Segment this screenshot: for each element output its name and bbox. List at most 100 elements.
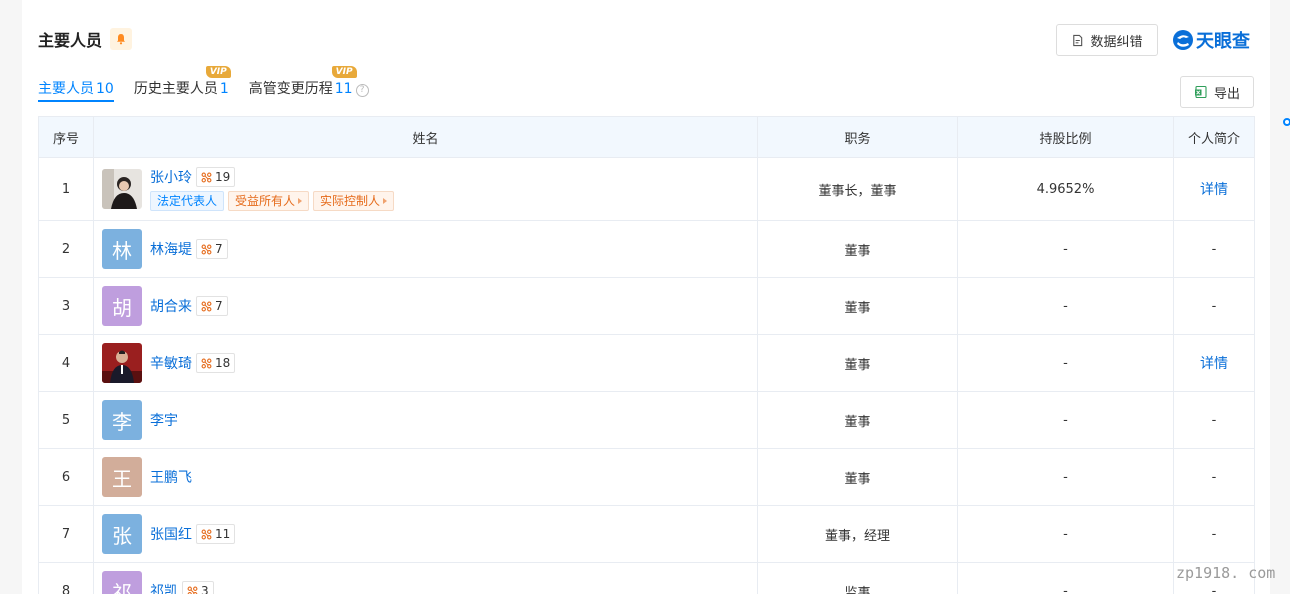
share-cell: - [957,277,1174,335]
profile-cell: - [1173,220,1255,278]
person-name-link[interactable]: 林海堤 [150,239,192,259]
name-cell: 祁祁凯 3 [93,562,758,594]
data-correction-button[interactable]: 数据纠错 [1056,24,1158,56]
relation-graph-icon [201,172,212,182]
relation-graph-icon [201,301,212,311]
table-header-row: 序号 姓名 职务 持股比例 个人简介 [38,116,1255,158]
position-cell: 董事 [757,334,958,392]
row-index: 3 [38,277,94,335]
profile-detail-link: - [1211,412,1217,428]
person-name-link[interactable]: 王鹏飞 [150,467,192,487]
table-row: 6 王王鹏飞 董事 - - [38,448,1255,506]
avatar[interactable] [102,343,142,383]
name-cell: 张小玲 19 法定代表人 受益所有人 实际控制人 [93,157,758,221]
tab-label: 历史主要人员 [133,81,218,97]
profile-cell: - [1173,448,1255,506]
name-cell: 李李宇 [93,391,758,449]
role-tags: 法定代表人 受益所有人 实际控制人 [150,191,398,211]
export-button[interactable]: 导出 [1180,76,1254,108]
relation-count: 7 [215,299,223,313]
person-name-link[interactable]: 祁凯 [150,581,178,594]
table-row: 2 林林海堤 7 董事 - - [38,220,1255,278]
relation-count: 7 [215,242,223,256]
person-name-link[interactable]: 胡合来 [150,296,192,316]
relation-count-badge[interactable]: 7 [196,239,228,259]
avatar[interactable]: 祁 [102,571,142,594]
share-cell: - [957,505,1174,563]
name-cell: 胡胡合来 7 [93,277,758,335]
tab-history-personnel[interactable]: 历史主要人员 1 VIP [133,66,231,102]
bell-icon[interactable] [110,28,133,50]
document-edit-icon [1073,34,1083,46]
avatar[interactable]: 李 [102,400,142,440]
position-cell: 监事 [757,562,958,594]
share-cell: - [957,562,1174,594]
tab-executive-changes[interactable]: 高管变更历程 11? VIP [248,66,369,102]
relation-graph-icon [187,586,198,594]
page-gutter [1270,0,1290,594]
profile-cell: 详情 [1173,334,1255,392]
share-cell: - [957,220,1174,278]
relation-count-badge[interactable]: 3 [182,581,214,594]
position-cell: 董事 [757,277,958,335]
table-row: 8 祁祁凯 3 监事 - - [38,562,1255,594]
tab-count: 11 [334,81,353,97]
relation-count: 18 [215,356,231,370]
watermark: zp1918. com [1176,564,1276,582]
share-cell: - [957,391,1174,449]
header-share: 持股比例 [957,116,1174,158]
help-icon[interactable]: ? [355,84,369,97]
tab-main-personnel[interactable]: 主要人员 10 [38,72,114,102]
avatar[interactable]: 王 [102,457,142,497]
relation-count: 11 [215,527,231,541]
name-cell: 王王鹏飞 [93,448,758,506]
profile-detail-link: - [1211,469,1217,485]
table-row: 3 胡胡合来 7 董事 - - [38,277,1255,335]
main-personnel-card: 主要人员 数据纠错 天眼查 主要人员 10 历史主要人员 1 VIP 高管变更历程 1… [22,0,1270,594]
logo-text: 天眼查 [1196,31,1250,52]
avatar[interactable] [102,169,142,209]
section-title: 主要人员 [38,31,103,50]
relation-count-badge[interactable]: 18 [196,353,236,373]
header-name: 姓名 [93,116,758,158]
data-correction-label: 数据纠错 [1090,34,1143,50]
vip-badge: VIP [205,66,231,78]
relation-count-badge[interactable]: 11 [196,524,236,544]
share-cell: 4.9652% [957,157,1174,221]
avatar[interactable]: 张 [102,514,142,554]
person-name-link[interactable]: 李宇 [150,410,178,430]
name-cell: 张张国红 11 [93,505,758,563]
role-tag[interactable]: 受益所有人 [228,191,310,211]
position-cell: 董事，经理 [757,505,958,563]
person-name-link[interactable]: 张小玲 [150,167,192,187]
header-index: 序号 [38,116,94,158]
person-name-link[interactable]: 辛敏琦 [150,353,192,373]
profile-detail-link[interactable]: 详情 [1200,182,1228,198]
header-position: 职务 [757,116,958,158]
avatar[interactable]: 胡 [102,286,142,326]
row-index: 7 [38,505,94,563]
export-label: 导出 [1213,86,1240,102]
side-anchor-dot[interactable] [1283,118,1290,126]
profile-detail-link: - [1211,583,1217,594]
tab-label: 高管变更历程 [248,81,333,97]
table-row: 1 张小玲 19 法定代表人 受益所有人 实际控制人 董事长，董事 4.9652% 详情 [38,157,1255,221]
row-index: 2 [38,220,94,278]
avatar[interactable]: 林 [102,229,142,269]
relation-count-badge[interactable]: 7 [196,296,228,316]
name-cell: 辛敏琦 18 [93,334,758,392]
profile-detail-link: - [1211,298,1217,314]
role-tag[interactable]: 实际控制人 [313,191,395,211]
relation-graph-icon [201,529,212,539]
person-name-link[interactable]: 张国红 [150,524,192,544]
role-tag[interactable]: 法定代表人 [150,191,225,211]
profile-cell: 详情 [1173,157,1255,221]
personnel-table: 序号 姓名 职务 持股比例 个人简介 1 张小玲 19 法定代表人 受益所有人 实际控制人… [38,116,1255,594]
profile-detail-link[interactable]: 详情 [1200,356,1228,372]
profile-cell: - [1173,277,1255,335]
row-index: 1 [38,157,94,221]
relation-graph-icon [201,244,212,254]
relation-count-badge[interactable]: 19 [196,167,236,187]
tab-count: 10 [96,81,114,97]
position-cell: 董事长，董事 [757,157,958,221]
